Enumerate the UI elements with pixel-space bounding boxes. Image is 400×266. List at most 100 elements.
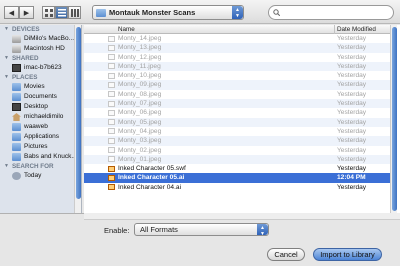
folder-icon <box>12 153 21 161</box>
file-name: Monty_13.jpeg <box>118 44 162 52</box>
computer-icon <box>12 64 21 72</box>
file-icon <box>108 54 115 61</box>
file-date: Yesterday <box>337 146 367 154</box>
import-to-library-button[interactable]: Import to Library <box>313 248 382 261</box>
disclosure-triangle-icon: ▼ <box>4 74 9 80</box>
column-header-date[interactable]: Date Modified <box>337 26 376 33</box>
file-icon <box>108 81 115 88</box>
popup-arrows-icon: ▲ ▼ <box>232 6 243 19</box>
location-label: Montauk Monster Scans <box>109 8 196 17</box>
file-date: Yesterday <box>337 90 367 98</box>
sidebar-item-macintosh-hd[interactable]: Macintosh HD <box>0 44 81 54</box>
sidebar-item-documents[interactable]: Documents <box>0 92 81 102</box>
sidebar-item-desktop[interactable]: Desktop <box>0 102 81 112</box>
sidebar-scrollbar[interactable] <box>74 25 81 213</box>
dialog-toolbar: ◀ ▶ Montauk Monster Scans ▲ ▼ <box>0 0 400 24</box>
file-list-scroll-thumb[interactable] <box>392 27 397 211</box>
location-popup[interactable]: Montauk Monster Scans ▲ ▼ <box>92 5 244 20</box>
file-row[interactable]: Monty_04.jpeg Yesterday <box>84 127 390 136</box>
sidebar-item-macbook[interactable]: DiMilo's MacBo... <box>0 34 81 44</box>
file-row[interactable]: Monty_06.jpeg Yesterday <box>84 108 390 117</box>
file-row[interactable]: Monty_08.jpeg Yesterday <box>84 90 390 99</box>
column-header-name[interactable]: Name <box>118 26 135 33</box>
desktop-icon <box>12 103 21 111</box>
pictures-folder-icon <box>12 143 21 151</box>
file-icon <box>108 128 115 135</box>
applications-folder-icon <box>12 133 21 141</box>
file-icon <box>108 100 115 107</box>
file-icon <box>108 109 115 116</box>
format-popup[interactable]: All Formats ▲ ▼ <box>134 223 269 237</box>
search-field[interactable] <box>268 5 394 20</box>
sidebar-header-places[interactable]: ▼ PLACES <box>0 73 81 82</box>
file-row[interactable]: Monty_10.jpeg Yesterday <box>84 71 390 80</box>
file-row[interactable]: Monty_01.jpeg Yesterday <box>84 154 390 165</box>
file-row[interactable]: Monty_07.jpeg Yesterday <box>84 99 390 109</box>
file-date: 12:04 PM <box>337 174 366 182</box>
file-date: Yesterday <box>337 118 367 126</box>
file-row[interactable]: Monty_14.jpeg Yesterday <box>84 34 390 43</box>
file-row[interactable]: Monty_02.jpeg Yesterday <box>84 146 390 155</box>
sidebar-item-babs[interactable]: Babs and Knuck... <box>0 152 81 162</box>
back-button[interactable]: ◀ <box>4 6 19 19</box>
forward-icon: ▶ <box>23 9 30 17</box>
sidebar-item-waaweb[interactable]: waaweb <box>0 122 81 132</box>
sidebar-item-pictures[interactable]: Pictures <box>0 142 81 152</box>
search-icon <box>273 9 280 16</box>
file-name: Monty_05.jpeg <box>118 118 162 126</box>
file-icon <box>108 156 115 163</box>
file-row[interactable]: Monty_05.jpeg Yesterday <box>84 117 390 127</box>
forward-button[interactable]: ▶ <box>19 6 34 19</box>
file-list: Name Date Modified Monty_14.jpeg Yesterda… <box>84 25 400 213</box>
sidebar-item-applications[interactable]: Applications <box>0 132 81 142</box>
file-date: Yesterday <box>337 127 367 135</box>
file-row[interactable]: Inked Character 04.ai Yesterday <box>84 183 390 192</box>
search-input[interactable] <box>283 9 383 16</box>
file-name: Inked Character 04.ai <box>118 183 182 191</box>
file-row[interactable]: Inked Character 05.swf Yesterday <box>84 164 390 173</box>
sidebar-header-search-for[interactable]: ▼ SEARCH FOR <box>0 162 81 171</box>
file-row[interactable]: Inked Character 05.ai 12:04 PM <box>84 173 390 183</box>
file-row[interactable]: Monty_11.jpeg Yesterday <box>84 61 390 72</box>
sidebar-header-devices[interactable]: ▼ DEVICES <box>0 25 81 34</box>
file-name: Monty_07.jpeg <box>118 100 162 108</box>
list-view-icon <box>57 8 66 16</box>
file-icon <box>108 72 115 79</box>
file-date: Yesterday <box>337 183 367 191</box>
file-row[interactable]: Monty_13.jpeg Yesterday <box>84 43 390 53</box>
sidebar-item-home[interactable]: michaeldimilo <box>0 112 81 122</box>
file-icon <box>108 119 115 126</box>
column-view-button[interactable] <box>68 6 81 19</box>
file-icon <box>108 44 115 51</box>
file-date: Yesterday <box>337 165 367 173</box>
file-date: Yesterday <box>337 100 367 108</box>
file-row[interactable]: Monty_09.jpeg Yesterday <box>84 80 390 90</box>
file-date: Yesterday <box>337 35 367 42</box>
file-row[interactable]: Monty_03.jpeg Yesterday <box>84 136 390 146</box>
file-list-scrollbar[interactable] <box>390 25 397 213</box>
sidebar-item-movies[interactable]: Movies <box>0 82 81 92</box>
file-date: Yesterday <box>337 109 367 117</box>
disclosure-triangle-icon: ▼ <box>4 163 9 169</box>
file-row[interactable]: Monty_12.jpeg Yesterday <box>84 53 390 62</box>
file-icon <box>108 174 115 181</box>
file-name: Monty_12.jpeg <box>118 53 162 61</box>
icon-view-button[interactable] <box>42 6 55 19</box>
folder-icon <box>96 8 106 17</box>
enable-label: Enable: <box>104 226 130 235</box>
file-name: Monty_03.jpeg <box>118 137 162 145</box>
file-icon <box>108 137 115 144</box>
list-view-button[interactable] <box>55 6 68 19</box>
horizontal-scrollbar[interactable] <box>84 213 400 220</box>
sidebar-scroll-thumb[interactable] <box>76 27 81 199</box>
sidebar-header-shared[interactable]: ▼ SHARED <box>0 54 81 63</box>
laptop-icon <box>12 35 21 43</box>
movies-folder-icon <box>12 83 21 91</box>
cancel-button[interactable]: Cancel <box>267 248 305 261</box>
format-value: All Formats <box>140 225 178 234</box>
sidebar-item-today[interactable]: Today <box>0 171 81 181</box>
file-name: Monty_02.jpeg <box>118 146 162 154</box>
clock-icon <box>12 172 21 180</box>
sidebar-item-imac[interactable]: imac-b7b623 <box>0 63 81 73</box>
disclosure-triangle-icon: ▼ <box>4 55 9 61</box>
